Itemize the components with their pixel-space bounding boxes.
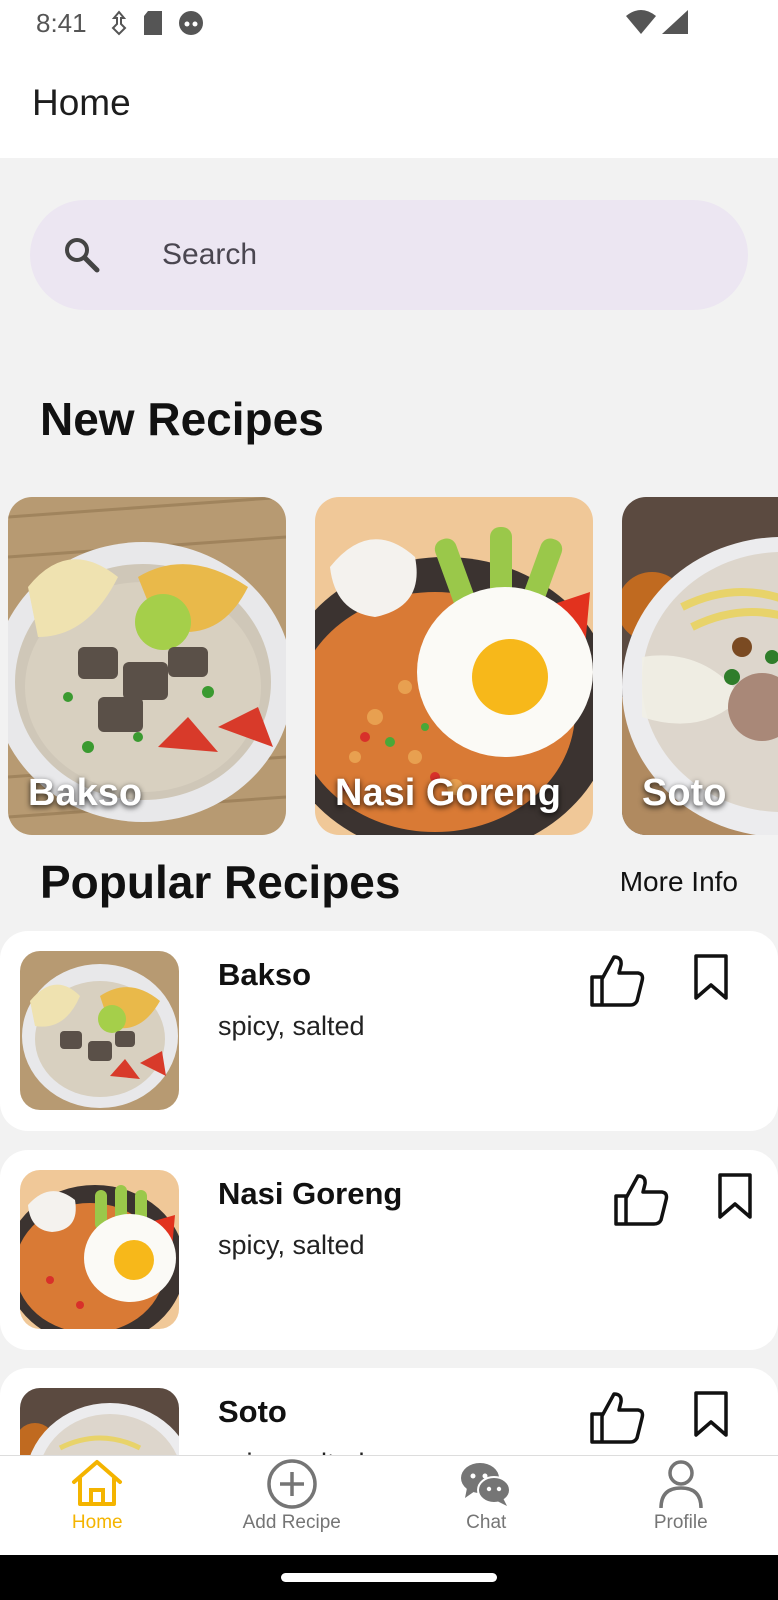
search-bar[interactable] <box>30 200 748 310</box>
search-icon[interactable] <box>62 235 102 275</box>
popular-recipes-heading: Popular Recipes <box>40 856 401 908</box>
nav-label: Chat <box>466 1512 507 1533</box>
home-gesture-handle[interactable] <box>281 1573 497 1582</box>
thumbs-up-icon[interactable] <box>588 951 646 1009</box>
nav-label: Add Recipe <box>242 1512 341 1533</box>
new-recipes-heading: New Recipes <box>40 393 324 445</box>
recipe-thumbnail <box>20 951 179 1110</box>
list-item-bakso[interactable]: Bakso spicy, salted <box>0 931 778 1131</box>
recipe-card-soto[interactable]: Soto <box>622 497 778 835</box>
nav-item-add-recipe[interactable]: Add Recipe <box>195 1456 390 1555</box>
profile-icon <box>659 1460 703 1509</box>
usb-debug-icon <box>111 10 127 36</box>
chat-icon <box>461 1463 512 1506</box>
notification-icons <box>110 10 204 36</box>
nav-item-home[interactable]: Home <box>0 1456 195 1555</box>
status-time: 8:41 <box>36 8 87 38</box>
add-circle-icon <box>267 1459 317 1509</box>
recipe-tags: spicy, salted <box>218 1230 365 1260</box>
nav-label: Home <box>71 1512 123 1533</box>
signal-icon <box>662 10 688 34</box>
bookmark-icon[interactable] <box>693 953 729 1001</box>
recipe-card-label: Bakso <box>28 772 143 814</box>
recipe-thumbnail <box>20 1170 179 1329</box>
thumbs-up-icon[interactable] <box>588 1388 646 1446</box>
system-status-icons <box>626 10 688 34</box>
system-navigation-bar <box>0 1555 778 1600</box>
recipe-card-nasi-goreng[interactable]: Nasi Goreng <box>315 497 593 835</box>
sd-card-icon <box>144 11 162 35</box>
thumbs-up-icon[interactable] <box>612 1170 670 1228</box>
app-bar: Home <box>0 48 778 158</box>
page-title: Home <box>32 82 131 123</box>
recipe-card-label: Soto <box>642 772 727 814</box>
nav-label: Profile <box>653 1512 708 1533</box>
app-notification-icon <box>179 11 203 35</box>
nav-item-chat[interactable]: Chat <box>389 1456 584 1555</box>
list-item-nasi-goreng[interactable]: Nasi Goreng spicy, salted <box>0 1150 778 1350</box>
home-icon <box>72 1460 123 1506</box>
bookmark-icon[interactable] <box>693 1390 729 1438</box>
recipe-card-label: Nasi Goreng <box>335 772 561 814</box>
recipe-name: Bakso <box>218 957 312 992</box>
wifi-icon <box>626 10 656 34</box>
recipe-tags: spicy, salted <box>218 1011 365 1041</box>
home-screen: 8:41 Home New Recipes <box>0 0 778 1600</box>
search-input[interactable] <box>132 200 692 310</box>
recipe-card-bakso[interactable]: Bakso <box>8 497 286 835</box>
new-recipes-carousel[interactable]: Bakso Nasi Goreng Soto <box>0 497 778 835</box>
status-bar: 8:41 <box>0 0 778 48</box>
bottom-navigation: Home Add Recipe Chat Profile <box>0 1455 778 1555</box>
nav-item-profile[interactable]: Profile <box>584 1456 778 1555</box>
more-info-link[interactable]: More Info <box>620 866 738 898</box>
recipe-name: Nasi Goreng <box>218 1176 403 1211</box>
recipe-name: Soto <box>218 1394 287 1429</box>
bookmark-icon[interactable] <box>717 1172 753 1220</box>
